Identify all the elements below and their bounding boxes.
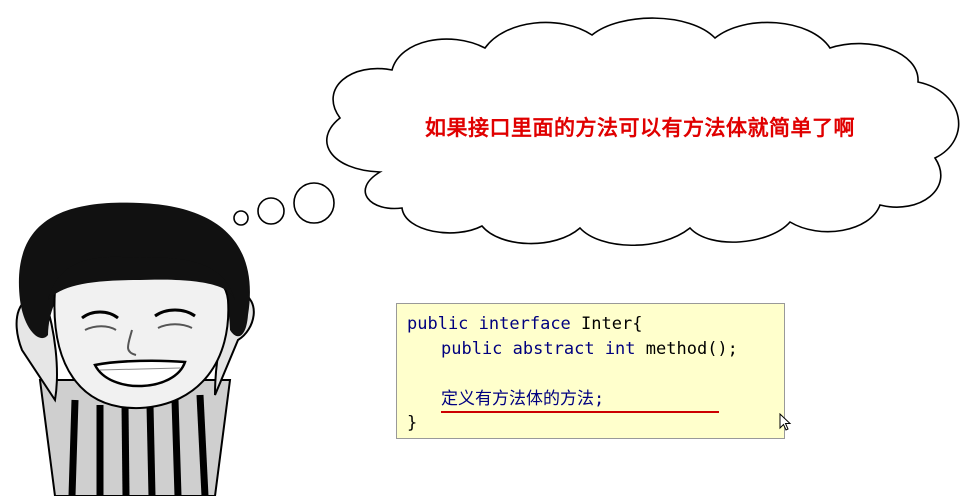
mouse-cursor-icon (779, 413, 792, 431)
thought-bubble-text: 如果接口里面的方法可以有方法体就简单了啊 (425, 116, 855, 140)
keyword-abstract: abstract (512, 339, 595, 359)
method-signature: method(); (645, 339, 738, 359)
code-line-comment: 定义有方法体的方法; (441, 389, 605, 409)
red-underline (441, 411, 719, 413)
interface-name: Inter{ (581, 314, 643, 334)
keyword-public: public (441, 339, 503, 359)
keyword-interface: interface (478, 314, 571, 334)
code-line-method: public abstract int method(); (441, 339, 738, 359)
keyword-public: public (407, 314, 469, 334)
code-line-closing-brace: } (407, 413, 418, 433)
meme-character-illustration (15, 202, 255, 496)
code-snippet-panel: public interface Inter{ public abstract … (396, 303, 785, 439)
code-line-interface: public interface Inter{ (407, 314, 642, 334)
keyword-int: int (604, 339, 636, 359)
